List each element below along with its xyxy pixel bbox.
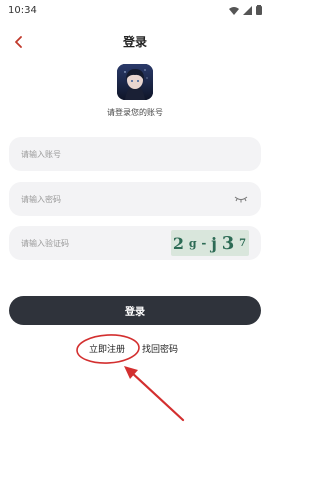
account-field[interactable]: 请输入账号	[9, 137, 261, 171]
captcha-char: 3	[221, 232, 236, 254]
captcha-field[interactable]: 请输入验证码 2 g - j 3 7	[9, 226, 261, 260]
captcha-char: g	[188, 236, 198, 250]
battery-icon	[256, 5, 262, 15]
wifi-icon	[229, 6, 239, 15]
captcha-char: 7	[239, 237, 248, 249]
eye-closed-icon[interactable]	[233, 194, 249, 204]
status-time: 10:34	[8, 4, 37, 16]
auth-links: 立即注册 找回密码	[0, 342, 270, 358]
login-button[interactable]: 登录	[9, 296, 261, 325]
captcha-image[interactable]: 2 g - j 3 7	[171, 230, 249, 256]
avatar	[117, 64, 153, 100]
page-title: 登录	[122, 35, 147, 49]
account-placeholder: 请输入账号	[21, 149, 61, 159]
register-link[interactable]: 立即注册	[89, 342, 125, 355]
status-bar: 10:34	[0, 0, 270, 20]
password-placeholder: 请输入密码	[21, 194, 61, 204]
signal-icon	[243, 5, 252, 15]
avatar-image	[117, 64, 153, 100]
status-icons	[229, 5, 262, 15]
password-field[interactable]: 请输入密码	[9, 182, 261, 216]
forgot-password-link[interactable]: 找回密码	[142, 342, 178, 355]
login-subtitle: 请登录您的账号	[107, 108, 163, 117]
captcha-char: -	[201, 236, 208, 250]
captcha-placeholder: 请输入验证码	[21, 238, 69, 248]
captcha-char: j	[211, 233, 218, 253]
captcha-char: 2	[172, 233, 186, 253]
annotation-arrow	[124, 366, 185, 422]
header: 登录	[0, 30, 270, 54]
